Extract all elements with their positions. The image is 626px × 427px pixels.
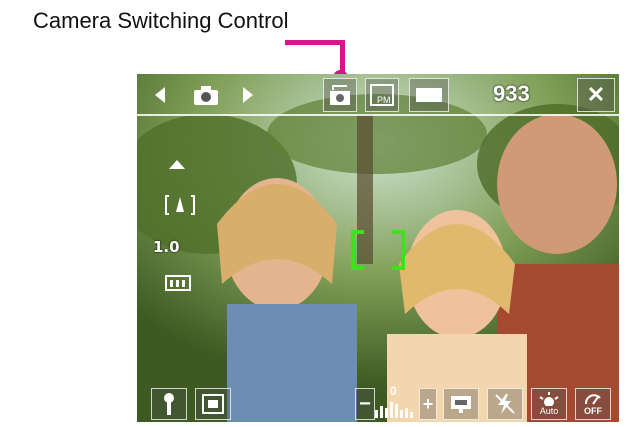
display-icon [451, 396, 471, 413]
camera-switch-button[interactable] [323, 78, 357, 112]
resolution-button[interactable] [409, 78, 449, 112]
white-balance-button[interactable]: Auto [531, 388, 567, 420]
zoom-mode-button[interactable] [163, 192, 197, 218]
zoom-up-button[interactable] [165, 154, 189, 174]
resolution-icon [416, 88, 442, 102]
bottom-bar: − 0 + Auto OFF [137, 384, 619, 422]
brightness-value: 0 [390, 384, 397, 398]
next-mode-button[interactable] [237, 80, 259, 110]
brightness-increase-button[interactable]: + [419, 388, 437, 420]
quality-button[interactable] [163, 272, 193, 294]
zoom-up-icon [169, 160, 185, 169]
white-balance-label: Auto [539, 406, 559, 416]
self-timer-button[interactable]: OFF [575, 388, 611, 420]
chevron-left-icon [155, 87, 165, 103]
flash-off-icon [495, 394, 515, 414]
scene-button[interactable] [195, 388, 231, 420]
sun-icon [539, 392, 559, 406]
memory-icon [165, 275, 191, 291]
camera-screen: PM 933 ✕ 1.0 − 0 + Auto OFF [137, 74, 619, 422]
self-timer-label: OFF [584, 406, 602, 416]
camera-icon [194, 86, 218, 105]
close-button[interactable]: ✕ [577, 78, 615, 112]
callout-line-horizontal [285, 40, 345, 45]
tools-button[interactable] [151, 388, 187, 420]
zoom-level: 1.0 [153, 238, 180, 256]
focus-brackets [351, 230, 405, 270]
zoom-mode-icon [165, 195, 195, 215]
chevron-right-icon [243, 87, 253, 103]
timestamp-button[interactable]: PM [365, 78, 399, 112]
previous-mode-button[interactable] [149, 80, 171, 110]
display-button[interactable] [443, 388, 479, 420]
capture-mode-button[interactable] [189, 80, 223, 110]
scene-icon [202, 394, 224, 414]
shots-remaining: 933 [493, 81, 530, 106]
camera-switch-icon [330, 85, 350, 105]
caption: Camera Switching Control [33, 8, 289, 33]
timestamp-icon: PM [370, 84, 394, 106]
flash-button[interactable] [487, 388, 523, 420]
tools-icon [164, 393, 174, 415]
timer-icon [584, 394, 601, 405]
brightness-decrease-button[interactable]: − [355, 388, 375, 420]
svg-text:PM: PM [377, 95, 391, 105]
toolbar-divider [137, 114, 619, 116]
